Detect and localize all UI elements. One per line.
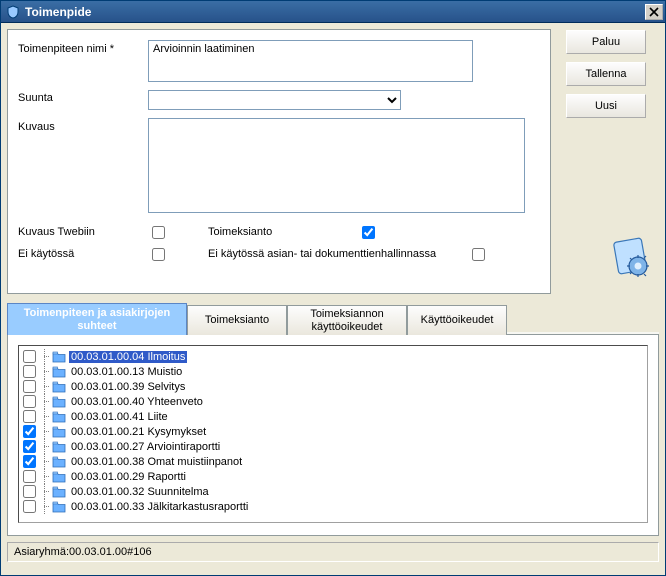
list-item-label: 00.03.01.00.38 Omat muistiinpanot	[69, 456, 244, 468]
tree-connector	[41, 349, 49, 364]
tab-toimeksiannon-kayttooikeudet[interactable]: Toimeksiannon käyttöoikeudet	[287, 305, 407, 335]
kuvaus-textarea[interactable]	[148, 118, 525, 213]
tab-suhteet[interactable]: Toimenpiteen ja asiakirjojen suhteet	[7, 303, 187, 335]
list-item-checkbox[interactable]	[23, 455, 36, 468]
kuvaus-label: Kuvaus	[18, 118, 148, 133]
tree-connector	[41, 379, 49, 394]
checkbox-grid: Kuvaus Twebiin Toimeksianto Ei käytössä …	[18, 221, 540, 265]
tab-toimeksianto[interactable]: Toimeksianto	[187, 305, 287, 335]
tree-connector	[41, 409, 49, 424]
titlebar: Toimenpide	[1, 1, 665, 23]
status-text: Asiaryhmä:00.03.01.00#106	[14, 546, 152, 558]
toimeksianto-checkbox[interactable]	[362, 226, 375, 239]
folder-icon	[52, 426, 66, 438]
list-item[interactable]: 00.03.01.00.39 Selvitys	[21, 379, 645, 394]
form-panel: Toimenpiteen nimi * Arvioinnin laatimine…	[7, 29, 551, 294]
list-item[interactable]: 00.03.01.00.27 Arviointiraportti	[21, 439, 645, 454]
kuvaus-twebiin-label: Kuvaus Twebiin	[18, 226, 148, 238]
suunta-select[interactable]	[148, 90, 401, 110]
list-item-checkbox[interactable]	[23, 440, 36, 453]
list-item-label: 00.03.01.00.13 Muistio	[69, 366, 184, 378]
tallenna-button[interactable]: Tallenna	[566, 62, 646, 86]
tree-connector	[41, 439, 49, 454]
tab-bar: Toimenpiteen ja asiakirjojen suhteet Toi…	[7, 302, 659, 334]
list-item-label: 00.03.01.00.32 Suunnitelma	[69, 486, 211, 498]
tab-kayttooikeudet[interactable]: Käyttöoikeudet	[407, 305, 507, 335]
gear-document-icon	[610, 236, 654, 280]
list-item-checkbox[interactable]	[23, 425, 36, 438]
kuvaus-row: Kuvaus	[18, 118, 540, 213]
list-item-label: 00.03.01.00.39 Selvitys	[69, 381, 187, 393]
chk-row-2: Ei käytössä Ei käytössä asian- tai dokum…	[18, 243, 540, 265]
list-item-checkbox[interactable]	[23, 500, 36, 513]
list-item-label: 00.03.01.00.21 Kysymykset	[69, 426, 208, 438]
list-item-checkbox[interactable]	[23, 485, 36, 498]
list-panel: 00.03.01.00.04 Ilmoitus 00.03.01.00.13 Mu…	[7, 334, 659, 536]
ei-kaytossa-label: Ei käytössä	[18, 248, 148, 260]
folder-icon	[52, 441, 66, 453]
suunta-label: Suunta	[18, 90, 148, 104]
list-item[interactable]: 00.03.01.00.40 Yhteenveto	[21, 394, 645, 409]
window-title: Toimenpide	[25, 5, 645, 19]
folder-icon	[52, 411, 66, 423]
status-bar: Asiaryhmä:00.03.01.00#106	[7, 542, 659, 562]
folder-icon	[52, 486, 66, 498]
list-item[interactable]: 00.03.01.00.41 Liite	[21, 409, 645, 424]
list-item-label: 00.03.01.00.33 Jälkitarkastusraportti	[69, 501, 250, 513]
ei-kaytossa-asian-checkbox[interactable]	[472, 248, 485, 261]
list-item-label: 00.03.01.00.41 Liite	[69, 411, 170, 423]
ei-kaytossa-checkbox[interactable]	[152, 248, 165, 261]
list-item[interactable]: 00.03.01.00.38 Omat muistiinpanot	[21, 454, 645, 469]
list-item[interactable]: 00.03.01.00.21 Kysymykset	[21, 424, 645, 439]
nimi-label: Toimenpiteen nimi *	[18, 40, 148, 55]
tree-connector	[41, 364, 49, 379]
tree-connector	[41, 499, 49, 514]
list-item[interactable]: 00.03.01.00.32 Suunnitelma	[21, 484, 645, 499]
nimi-input[interactable]: Arvioinnin laatiminen	[148, 40, 473, 82]
folder-icon	[52, 471, 66, 483]
nimi-row: Toimenpiteen nimi * Arvioinnin laatimine…	[18, 40, 540, 82]
list-item-label: 00.03.01.00.04 Ilmoitus	[69, 351, 187, 363]
tree-connector	[41, 484, 49, 499]
list-item-label: 00.03.01.00.27 Arviointiraportti	[69, 441, 222, 453]
folder-icon	[52, 381, 66, 393]
list-item-checkbox[interactable]	[23, 380, 36, 393]
folder-icon	[52, 351, 66, 363]
tree-connector	[41, 454, 49, 469]
ei-kaytossa-asian-label: Ei käytössä asian- tai dokumenttienhalli…	[208, 248, 468, 260]
tree-connector	[41, 394, 49, 409]
folder-icon	[52, 396, 66, 408]
toimeksianto-label: Toimeksianto	[208, 226, 358, 238]
list-item-checkbox[interactable]	[23, 350, 36, 363]
folder-icon	[52, 456, 66, 468]
kuvaus-twebiin-checkbox[interactable]	[152, 226, 165, 239]
list-item[interactable]: 00.03.01.00.04 Ilmoitus	[21, 349, 645, 364]
suunta-row: Suunta	[18, 90, 540, 110]
list-item-label: 00.03.01.00.29 Raportti	[69, 471, 188, 483]
chk-row-1: Kuvaus Twebiin Toimeksianto	[18, 221, 540, 243]
list-item-checkbox[interactable]	[23, 395, 36, 408]
list-item-checkbox[interactable]	[23, 365, 36, 378]
action-button-column: Paluu Tallenna Uusi	[566, 30, 658, 118]
folder-icon	[52, 366, 66, 378]
tree-connector	[41, 469, 49, 484]
app-icon	[5, 4, 21, 20]
list-item[interactable]: 00.03.01.00.13 Muistio	[21, 364, 645, 379]
list-item[interactable]: 00.03.01.00.33 Jälkitarkastusraportti	[21, 499, 645, 514]
paluu-button[interactable]: Paluu	[566, 30, 646, 54]
list-item-checkbox[interactable]	[23, 410, 36, 423]
list-item-label: 00.03.01.00.40 Yhteenveto	[69, 396, 205, 408]
folder-icon	[52, 501, 66, 513]
tree-connector	[41, 424, 49, 439]
list-item-checkbox[interactable]	[23, 470, 36, 483]
close-icon[interactable]	[645, 4, 663, 20]
list-item[interactable]: 00.03.01.00.29 Raportti	[21, 469, 645, 484]
document-listbox[interactable]: 00.03.01.00.04 Ilmoitus 00.03.01.00.13 Mu…	[18, 345, 648, 523]
uusi-button[interactable]: Uusi	[566, 94, 646, 118]
